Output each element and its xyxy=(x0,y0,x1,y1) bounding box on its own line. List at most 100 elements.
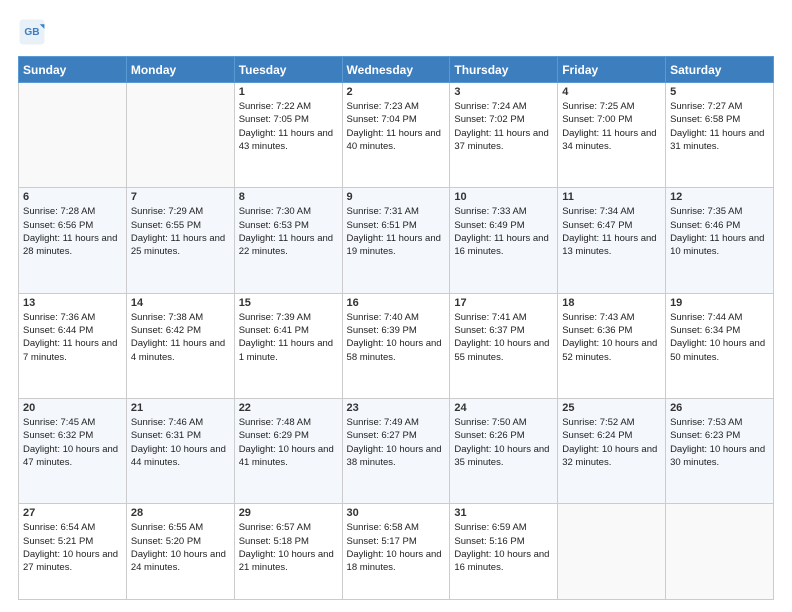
day-number: 7 xyxy=(131,191,230,203)
day-number: 10 xyxy=(454,191,553,203)
calendar-cell: 1 Sunrise: 7:22 AM Sunset: 7:05 PM Daylig… xyxy=(234,83,342,188)
day-number: 5 xyxy=(670,86,769,98)
weekday-sunday: Sunday xyxy=(19,57,127,83)
calendar-cell: 22 Sunrise: 7:48 AM Sunset: 6:29 PM Dayli… xyxy=(234,398,342,503)
day-number: 30 xyxy=(347,507,446,519)
calendar-cell: 20 Sunrise: 7:45 AM Sunset: 6:32 PM Dayli… xyxy=(19,398,127,503)
day-number: 16 xyxy=(347,297,446,309)
calendar-cell: 12 Sunrise: 7:35 AM Sunset: 6:46 PM Dayli… xyxy=(666,188,774,293)
calendar-cell: 15 Sunrise: 7:39 AM Sunset: 6:41 PM Dayli… xyxy=(234,293,342,398)
day-info: Sunrise: 7:50 AM Sunset: 6:26 PM Dayligh… xyxy=(454,416,553,469)
calendar-cell: 18 Sunrise: 7:43 AM Sunset: 6:36 PM Dayli… xyxy=(558,293,666,398)
day-info: Sunrise: 7:52 AM Sunset: 6:24 PM Dayligh… xyxy=(562,416,661,469)
calendar-cell: 7 Sunrise: 7:29 AM Sunset: 6:55 PM Daylig… xyxy=(126,188,234,293)
day-number: 4 xyxy=(562,86,661,98)
calendar-cell: 29Sunrise: 6:57 AM Sunset: 5:18 PM Dayli… xyxy=(234,504,342,600)
day-number: 9 xyxy=(347,191,446,203)
day-info: Sunrise: 7:33 AM Sunset: 6:49 PM Dayligh… xyxy=(454,205,553,258)
day-number: 17 xyxy=(454,297,553,309)
day-info: Sunrise: 7:46 AM Sunset: 6:31 PM Dayligh… xyxy=(131,416,230,469)
calendar-cell: 13 Sunrise: 7:36 AM Sunset: 6:44 PM Dayli… xyxy=(19,293,127,398)
calendar-cell: 2Sunrise: 7:23 AM Sunset: 7:04 PM Daylig… xyxy=(342,83,450,188)
day-number: 29 xyxy=(239,507,338,519)
calendar-cell: 3 Sunrise: 7:24 AM Sunset: 7:02 PM Daylig… xyxy=(450,83,558,188)
day-info: Sunrise: 7:39 AM Sunset: 6:41 PM Dayligh… xyxy=(239,311,338,364)
calendar-cell: 10 Sunrise: 7:33 AM Sunset: 6:49 PM Dayli… xyxy=(450,188,558,293)
calendar-cell: 19 Sunrise: 7:44 AM Sunset: 6:34 PM Dayli… xyxy=(666,293,774,398)
weekday-saturday: Saturday xyxy=(666,57,774,83)
calendar: SundayMondayTuesdayWednesdayThursdayFrid… xyxy=(18,56,774,600)
weekday-thursday: Thursday xyxy=(450,57,558,83)
day-number: 31 xyxy=(454,507,553,519)
calendar-cell: 6 Sunrise: 7:28 AM Sunset: 6:56 PM Daylig… xyxy=(19,188,127,293)
day-info: Sunrise: 7:25 AM Sunset: 7:00 PM Dayligh… xyxy=(562,100,661,153)
weekday-header-row: SundayMondayTuesdayWednesdayThursdayFrid… xyxy=(19,57,774,83)
day-info: Sunrise: 7:41 AM Sunset: 6:37 PM Dayligh… xyxy=(454,311,553,364)
day-info: Sunrise: 7:36 AM Sunset: 6:44 PM Dayligh… xyxy=(23,311,122,364)
calendar-cell: 16 Sunrise: 7:40 AM Sunset: 6:39 PM Dayli… xyxy=(342,293,450,398)
day-number: 22 xyxy=(239,402,338,414)
header: GB xyxy=(18,18,774,46)
calendar-cell: 4 Sunrise: 7:25 AM Sunset: 7:00 PM Daylig… xyxy=(558,83,666,188)
day-number: 3 xyxy=(454,86,553,98)
day-number: 19 xyxy=(670,297,769,309)
svg-text:GB: GB xyxy=(24,27,39,38)
day-info: Sunrise: 7:35 AM Sunset: 6:46 PM Dayligh… xyxy=(670,205,769,258)
day-number: 21 xyxy=(131,402,230,414)
day-info: Sunrise: 7:45 AM Sunset: 6:32 PM Dayligh… xyxy=(23,416,122,469)
day-info: Sunrise: 7:28 AM Sunset: 6:56 PM Dayligh… xyxy=(23,205,122,258)
calendar-cell: 21 Sunrise: 7:46 AM Sunset: 6:31 PM Dayli… xyxy=(126,398,234,503)
day-info: Sunrise: 7:29 AM Sunset: 6:55 PM Dayligh… xyxy=(131,205,230,258)
calendar-cell: 8 Sunrise: 7:30 AM Sunset: 6:53 PM Daylig… xyxy=(234,188,342,293)
calendar-cell: 9 Sunrise: 7:31 AM Sunset: 6:51 PM Daylig… xyxy=(342,188,450,293)
calendar-cell: 11 Sunrise: 7:34 AM Sunset: 6:47 PM Dayli… xyxy=(558,188,666,293)
day-info: Sunrise: 7:24 AM Sunset: 7:02 PM Dayligh… xyxy=(454,100,553,153)
calendar-cell xyxy=(558,504,666,600)
calendar-cell: 14 Sunrise: 7:38 AM Sunset: 6:42 PM Dayli… xyxy=(126,293,234,398)
day-number: 8 xyxy=(239,191,338,203)
day-info: Sunrise: 7:34 AM Sunset: 6:47 PM Dayligh… xyxy=(562,205,661,258)
day-info: Sunrise: 6:54 AM Sunset: 5:21 PM Dayligh… xyxy=(23,521,122,574)
calendar-cell xyxy=(126,83,234,188)
day-number: 28 xyxy=(131,507,230,519)
calendar-cell: 28 Sunrise: 6:55 AM Sunset: 5:20 PM Dayli… xyxy=(126,504,234,600)
day-number: 1 xyxy=(239,86,338,98)
day-number: 24 xyxy=(454,402,553,414)
day-info: Sunrise: 7:31 AM Sunset: 6:51 PM Dayligh… xyxy=(347,205,446,258)
day-number: 11 xyxy=(562,191,661,203)
day-info: Sunrise: 7:38 AM Sunset: 6:42 PM Dayligh… xyxy=(131,311,230,364)
day-number: 12 xyxy=(670,191,769,203)
day-info: Sunrise: 6:55 AM Sunset: 5:20 PM Dayligh… xyxy=(131,521,230,574)
day-info: Sunrise: 7:22 AM Sunset: 7:05 PM Dayligh… xyxy=(239,100,338,153)
day-number: 25 xyxy=(562,402,661,414)
weekday-monday: Monday xyxy=(126,57,234,83)
calendar-cell: 24 Sunrise: 7:50 AM Sunset: 6:26 PM Dayli… xyxy=(450,398,558,503)
day-info: Sunrise: 7:23 AM Sunset: 7:04 PM Dayligh… xyxy=(347,100,446,153)
day-number: 20 xyxy=(23,402,122,414)
day-number: 18 xyxy=(562,297,661,309)
logo-icon: GB xyxy=(18,18,46,46)
day-info: Sunrise: 7:49 AM Sunset: 6:27 PM Dayligh… xyxy=(347,416,446,469)
day-info: Sunrise: 6:58 AM Sunset: 5:17 PM Dayligh… xyxy=(347,521,446,574)
day-number: 15 xyxy=(239,297,338,309)
calendar-cell xyxy=(666,504,774,600)
day-info: Sunrise: 7:30 AM Sunset: 6:53 PM Dayligh… xyxy=(239,205,338,258)
day-info: Sunrise: 7:48 AM Sunset: 6:29 PM Dayligh… xyxy=(239,416,338,469)
logo: GB xyxy=(18,18,50,46)
day-number: 6 xyxy=(23,191,122,203)
day-number: 23 xyxy=(347,402,446,414)
calendar-cell: 27Sunrise: 6:54 AM Sunset: 5:21 PM Dayli… xyxy=(19,504,127,600)
calendar-cell: 31Sunrise: 6:59 AM Sunset: 5:16 PM Dayli… xyxy=(450,504,558,600)
day-info: Sunrise: 7:44 AM Sunset: 6:34 PM Dayligh… xyxy=(670,311,769,364)
day-number: 14 xyxy=(131,297,230,309)
day-info: Sunrise: 7:27 AM Sunset: 6:58 PM Dayligh… xyxy=(670,100,769,153)
day-number: 13 xyxy=(23,297,122,309)
calendar-cell: 30 Sunrise: 6:58 AM Sunset: 5:17 PM Dayli… xyxy=(342,504,450,600)
day-info: Sunrise: 7:53 AM Sunset: 6:23 PM Dayligh… xyxy=(670,416,769,469)
day-number: 26 xyxy=(670,402,769,414)
weekday-friday: Friday xyxy=(558,57,666,83)
day-info: Sunrise: 7:43 AM Sunset: 6:36 PM Dayligh… xyxy=(562,311,661,364)
day-info: Sunrise: 7:40 AM Sunset: 6:39 PM Dayligh… xyxy=(347,311,446,364)
calendar-cell: 25 Sunrise: 7:52 AM Sunset: 6:24 PM Dayli… xyxy=(558,398,666,503)
calendar-cell: 17 Sunrise: 7:41 AM Sunset: 6:37 PM Dayli… xyxy=(450,293,558,398)
